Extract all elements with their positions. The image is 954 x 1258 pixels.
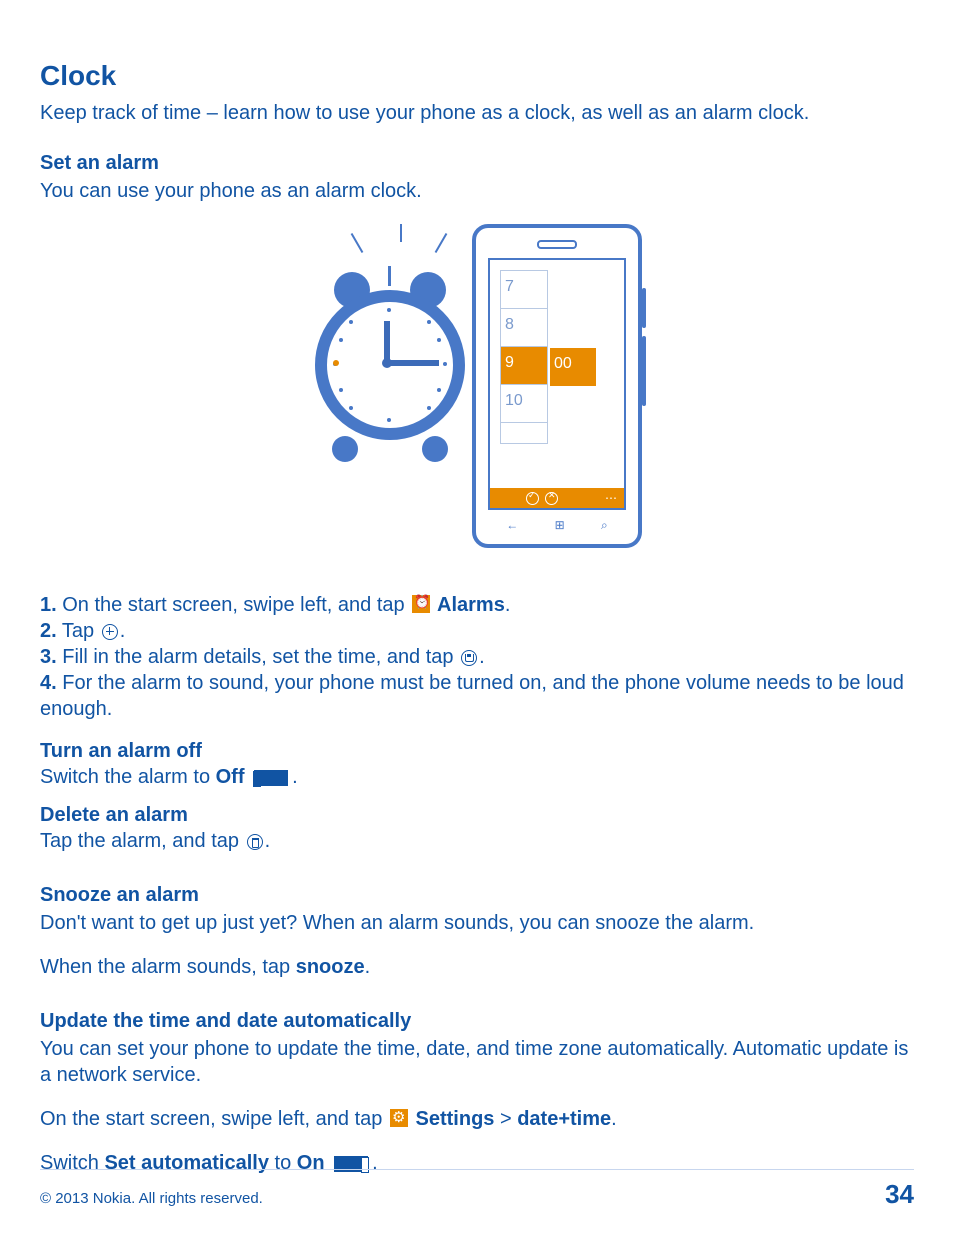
start-icon: ⊞ bbox=[555, 518, 565, 534]
page-footer: © 2013 Nokia. All rights reserved. 34 bbox=[40, 1169, 914, 1212]
set-alarm-body: You can use your phone as an alarm clock… bbox=[40, 178, 914, 204]
text: Switch the alarm to bbox=[40, 766, 216, 788]
section-title: Clock bbox=[40, 58, 914, 94]
step-number: 4. bbox=[40, 672, 57, 694]
intro-text: Keep track of time – learn how to use yo… bbox=[40, 100, 914, 126]
step-3: 3. Fill in the alarm details, set the ti… bbox=[40, 644, 914, 670]
step-1: 1. On the start screen, swipe left, and … bbox=[40, 592, 914, 618]
snooze-label: snooze bbox=[296, 956, 365, 978]
step-text: . bbox=[120, 620, 126, 642]
motion-line bbox=[435, 233, 448, 253]
step-4: 4. For the alarm to sound, your phone mu… bbox=[40, 670, 914, 722]
delete-icon bbox=[247, 834, 263, 850]
snooze-body-2: When the alarm sounds, tap snooze. bbox=[40, 954, 914, 980]
alarms-icon bbox=[412, 595, 430, 613]
step-text: Fill in the alarm details, set the time,… bbox=[57, 646, 459, 668]
text: . bbox=[611, 1108, 617, 1130]
step-text: For the alarm to sound, your phone must … bbox=[40, 672, 904, 720]
delete-heading: Delete an alarm bbox=[40, 802, 914, 828]
motion-line bbox=[400, 224, 402, 242]
auto-update-heading: Update the time and date automatically bbox=[40, 1008, 914, 1034]
step-text: Tap bbox=[57, 620, 100, 642]
phone-nav-bar: ← ⊞ ⌕ bbox=[488, 514, 626, 536]
picker-cell-selected: 00 bbox=[550, 348, 596, 386]
copyright-text: © 2013 Nokia. All rights reserved. bbox=[40, 1189, 263, 1209]
text: Tap the alarm, and tap bbox=[40, 830, 245, 852]
set-alarm-heading: Set an alarm bbox=[40, 150, 914, 176]
turn-off-heading: Turn an alarm off bbox=[40, 738, 914, 764]
text: > bbox=[494, 1108, 517, 1130]
snooze-heading: Snooze an alarm bbox=[40, 882, 914, 908]
app-bar: ✓ ✕ ⋯ bbox=[490, 488, 624, 508]
settings-label: Settings bbox=[410, 1108, 494, 1130]
step-text: . bbox=[479, 646, 485, 668]
alarm-clock-illustration bbox=[312, 270, 468, 470]
motion-line bbox=[351, 233, 364, 253]
steps-list: 1. On the start screen, swipe left, and … bbox=[40, 592, 914, 722]
text bbox=[245, 766, 251, 788]
time-picker-minutes: 00 bbox=[550, 348, 596, 386]
save-icon bbox=[461, 650, 477, 666]
cancel-icon: ✕ bbox=[545, 492, 558, 505]
time-picker-hours: 7 8 9 10 bbox=[500, 270, 548, 444]
alarms-label: Alarms bbox=[432, 594, 505, 616]
back-icon: ← bbox=[506, 518, 518, 534]
text: . bbox=[265, 830, 271, 852]
done-icon: ✓ bbox=[526, 492, 539, 505]
auto-body-1: You can set your phone to update the tim… bbox=[40, 1036, 914, 1088]
search-icon: ⌕ bbox=[601, 518, 608, 534]
illustration: 7 8 9 10 00 ✓ ✕ ⋯ bbox=[40, 224, 914, 554]
off-label: Off bbox=[216, 766, 245, 788]
turn-off-body: Switch the alarm to Off . bbox=[40, 764, 914, 790]
date-time-label: date+time bbox=[517, 1108, 611, 1130]
step-number: 2. bbox=[40, 620, 57, 642]
picker-cell bbox=[501, 423, 547, 443]
picker-cell: 8 bbox=[501, 309, 547, 347]
page-number: 34 bbox=[885, 1178, 914, 1212]
settings-icon bbox=[390, 1109, 408, 1127]
add-icon bbox=[102, 624, 118, 640]
picker-cell-selected: 9 bbox=[501, 347, 547, 385]
text: . bbox=[365, 956, 371, 978]
step-number: 3. bbox=[40, 646, 57, 668]
step-2: 2. Tap . bbox=[40, 618, 914, 644]
more-icon: ⋯ bbox=[605, 491, 618, 507]
toggle-off-icon bbox=[254, 770, 288, 786]
step-number: 1. bbox=[40, 594, 57, 616]
picker-cell: 7 bbox=[501, 271, 547, 309]
text: On the start screen, swipe left, and tap bbox=[40, 1108, 388, 1130]
picker-cell: 10 bbox=[501, 385, 547, 423]
text: When the alarm sounds, tap bbox=[40, 956, 296, 978]
snooze-body-1: Don't want to get up just yet? When an a… bbox=[40, 910, 914, 936]
text: . bbox=[292, 766, 298, 788]
delete-body: Tap the alarm, and tap . bbox=[40, 828, 914, 854]
step-text: . bbox=[505, 594, 511, 616]
step-text: On the start screen, swipe left, and tap bbox=[57, 594, 411, 616]
auto-body-2: On the start screen, swipe left, and tap… bbox=[40, 1106, 914, 1132]
phone-illustration: 7 8 9 10 00 ✓ ✕ ⋯ bbox=[472, 224, 642, 548]
